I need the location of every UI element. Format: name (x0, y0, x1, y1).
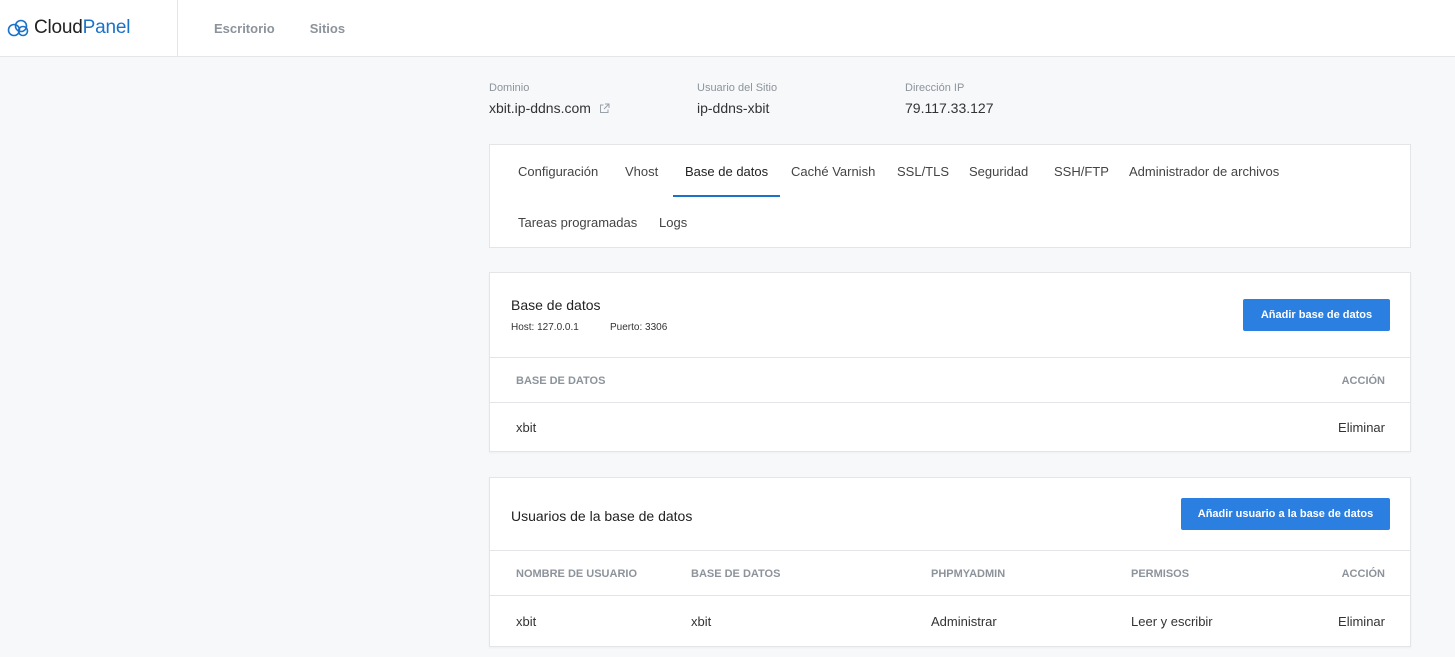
domain-label: Dominio (489, 82, 530, 94)
tab-ssl-tls[interactable]: SSL/TLS (897, 145, 949, 197)
nav-item-escritorio[interactable]: Escritorio (214, 21, 275, 36)
domain-value: xbit.ip-ddns.com (489, 100, 610, 116)
domain-info: Dominio xbit.ip-ddns.com (489, 82, 610, 116)
user-database-cell: xbit (691, 614, 712, 629)
tab-tareas-programadas[interactable]: Tareas programadas (518, 196, 637, 248)
column-header-phpmyadmin: PHPMYADMIN (931, 568, 1006, 580)
add-database-button[interactable]: Añadir base de datos (1243, 299, 1390, 331)
delete-database-link[interactable]: Eliminar (1338, 404, 1385, 452)
username-cell: xbit (516, 614, 537, 629)
databases-card: Base de datos Host: 127.0.0.1 Puerto: 33… (489, 272, 1411, 452)
phpmyadmin-link[interactable]: Administrar (931, 598, 997, 646)
column-header-database: BASE DE DATOS (516, 375, 606, 387)
table-row: xbit Eliminar (490, 404, 1410, 452)
tab-ssh-ftp[interactable]: SSH/FTP (1054, 145, 1109, 197)
host-value: 127.0.0.1 (537, 322, 579, 333)
add-database-user-button[interactable]: Añadir usuario a la base de datos (1181, 498, 1390, 530)
tab-base-de-datos[interactable]: Base de datos (672, 145, 781, 197)
main-nav: Escritorio Sitios (214, 0, 380, 56)
site-user-info: Usuario del Sitio ip-ddns-xbit (697, 82, 777, 116)
tab-logs[interactable]: Logs (659, 196, 687, 248)
host-label: Host: (511, 322, 535, 333)
logo[interactable]: CloudPanel (0, 0, 178, 56)
table-row: xbit xbit Administrar Leer y escribir El… (490, 598, 1410, 646)
host-info: Host: 127.0.0.1 (511, 322, 579, 333)
column-header-username: NOMBRE DE USUARIO (516, 568, 638, 580)
column-header-action: ACCIÓN (1341, 375, 1385, 387)
tab-cache-varnish[interactable]: Caché Varnish (791, 145, 875, 197)
column-header-database: BASE DE DATOS (691, 568, 781, 580)
site-tabs: Configuración Vhost Base de datos Caché … (489, 144, 1411, 248)
ip-value: 79.117.33.127 (905, 100, 994, 116)
ip-label: Dirección IP (905, 82, 965, 94)
port-info: Puerto: 3306 (610, 322, 667, 333)
column-header-permissions: PERMISOS (1131, 568, 1190, 580)
database-users-table-header: NOMBRE DE USUARIO BASE DE DATOS PHPMYADM… (490, 550, 1410, 596)
logo-text: CloudPanel (34, 17, 131, 38)
databases-table-header: BASE DE DATOS ACCIÓN (490, 357, 1410, 403)
cloud-logo-icon (7, 19, 29, 37)
delete-user-link[interactable]: Eliminar (1338, 598, 1385, 646)
tab-administrador-de-archivos[interactable]: Administrador de archivos (1129, 145, 1279, 197)
permissions-cell: Leer y escribir (1131, 614, 1213, 629)
tab-vhost[interactable]: Vhost (625, 145, 658, 197)
ip-info: Dirección IP 79.117.33.127 (905, 82, 994, 116)
column-header-action: ACCIÓN (1341, 568, 1385, 580)
site-user-label: Usuario del Sitio (697, 82, 778, 94)
domain-link[interactable]: xbit.ip-ddns.com (489, 100, 591, 116)
nav-item-sitios[interactable]: Sitios (310, 21, 345, 36)
port-label: Puerto: (610, 322, 643, 333)
tab-configuracion[interactable]: Configuración (518, 145, 598, 197)
database-name-cell: xbit (516, 420, 537, 435)
external-link-icon[interactable] (599, 103, 610, 114)
top-bar: CloudPanel Escritorio Sitios (0, 0, 1455, 57)
database-users-title: Usuarios de la base de datos (511, 508, 693, 524)
site-user-value: ip-ddns-xbit (697, 100, 770, 116)
port-value: 3306 (645, 322, 668, 333)
tab-seguridad[interactable]: Seguridad (969, 145, 1028, 197)
database-users-card: Usuarios de la base de datos Añadir usua… (489, 477, 1411, 647)
databases-title: Base de datos (511, 297, 601, 313)
